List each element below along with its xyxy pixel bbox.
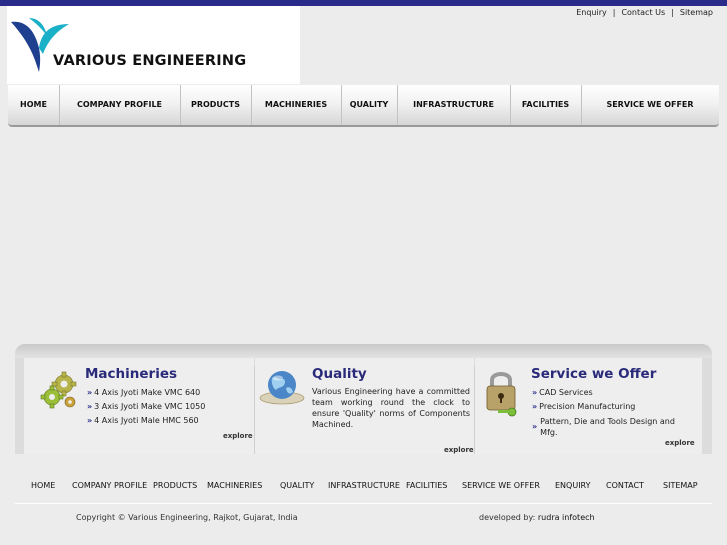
list-item: » 3 Axis Jyoti Make VMC 1050 xyxy=(87,402,206,411)
double-chevron-bullet-icon: » xyxy=(87,388,93,397)
footer-link-enquiry[interactable]: ENQUIRY xyxy=(555,481,590,490)
nav-company-profile[interactable]: COMPANY PROFILE xyxy=(59,85,181,125)
top-links: Enquiry | Contact Us | Sitemap xyxy=(576,8,713,17)
top-link-contact[interactable]: Contact Us xyxy=(621,8,665,17)
list-item: » Precision Manufacturing xyxy=(532,402,636,411)
panel-text: Various Engineering have a committed tea… xyxy=(312,387,470,429)
nav-infrastructure[interactable]: INFRASTRUCTURE xyxy=(397,85,511,125)
double-chevron-bullet-icon: » xyxy=(532,422,538,431)
brand-name: VARIOUS ENGINEERING xyxy=(53,53,247,69)
double-chevron-bullet-icon: » xyxy=(87,402,93,411)
footer-link-facilities[interactable]: FACILITIES xyxy=(406,481,447,490)
explore-link[interactable]: explore xyxy=(665,439,695,447)
footer-link-machineries[interactable]: MACHINERIES xyxy=(207,481,262,490)
nav-home[interactable]: HOME xyxy=(8,85,60,125)
nav-facilities[interactable]: FACILITIES xyxy=(510,85,582,125)
double-chevron-bullet-icon: » xyxy=(532,388,538,397)
developed-by-label: developed by: xyxy=(479,513,536,522)
explore-link[interactable]: explore xyxy=(444,446,474,454)
explore-link[interactable]: explore xyxy=(223,432,253,440)
developer-credit: developed by: rudra infotech xyxy=(479,513,595,522)
nav-products[interactable]: PRODUCTS xyxy=(180,85,252,125)
nav-machineries[interactable]: MACHINERIES xyxy=(251,85,342,125)
nav-quality[interactable]: QUALITY xyxy=(341,85,398,125)
developer-link[interactable]: rudra infotech xyxy=(538,513,595,522)
list-item: » Pattern, Die and Tools Design and Mfg. xyxy=(532,417,675,437)
globe-icon xyxy=(259,371,305,405)
list-item: » 4 Axis Jyoti Male HMC 560 xyxy=(87,416,199,425)
copyright: Copyright © Various Engineering, Rajkot,… xyxy=(76,513,298,522)
list-item: » CAD Services xyxy=(532,388,593,397)
footer-divider xyxy=(15,503,712,504)
footer-link-quality[interactable]: QUALITY xyxy=(280,481,314,490)
footer-link-company-profile[interactable]: COMPANY PROFILE xyxy=(72,481,147,490)
double-chevron-bullet-icon: » xyxy=(532,402,538,411)
footer-link-infrastructure[interactable]: INFRASTRUCTURE xyxy=(328,481,400,490)
list-item: » 4 Axis Jyoti Make VMC 640 xyxy=(87,388,201,397)
footer-link-service-we-offer[interactable]: SERVICE WE OFFER xyxy=(462,481,540,490)
top-link-sitemap[interactable]: Sitemap xyxy=(680,8,713,17)
top-link-enquiry[interactable]: Enquiry xyxy=(576,8,607,17)
gears-icon xyxy=(40,371,77,409)
padlock-key-icon xyxy=(486,372,517,417)
panel-title: Machineries xyxy=(85,366,178,382)
logo[interactable]: VARIOUS ENGINEERING xyxy=(7,6,300,84)
footer-link-products[interactable]: PRODUCTS xyxy=(153,481,197,490)
panel-title: Service we Offer xyxy=(531,366,657,382)
main-nav: HOME COMPANY PROFILE PRODUCTS MACHINERIE… xyxy=(8,85,719,127)
footer-link-contact[interactable]: CONTACT xyxy=(606,481,644,490)
feature-shelf-top xyxy=(15,344,712,358)
nav-service-we-offer[interactable]: SERVICE WE OFFER xyxy=(581,85,719,125)
footer-link-home[interactable]: HOME xyxy=(31,481,55,490)
double-chevron-bullet-icon: » xyxy=(87,416,93,425)
footer-link-sitemap[interactable]: SITEMAP xyxy=(663,481,698,490)
panel-title: Quality xyxy=(312,366,367,382)
